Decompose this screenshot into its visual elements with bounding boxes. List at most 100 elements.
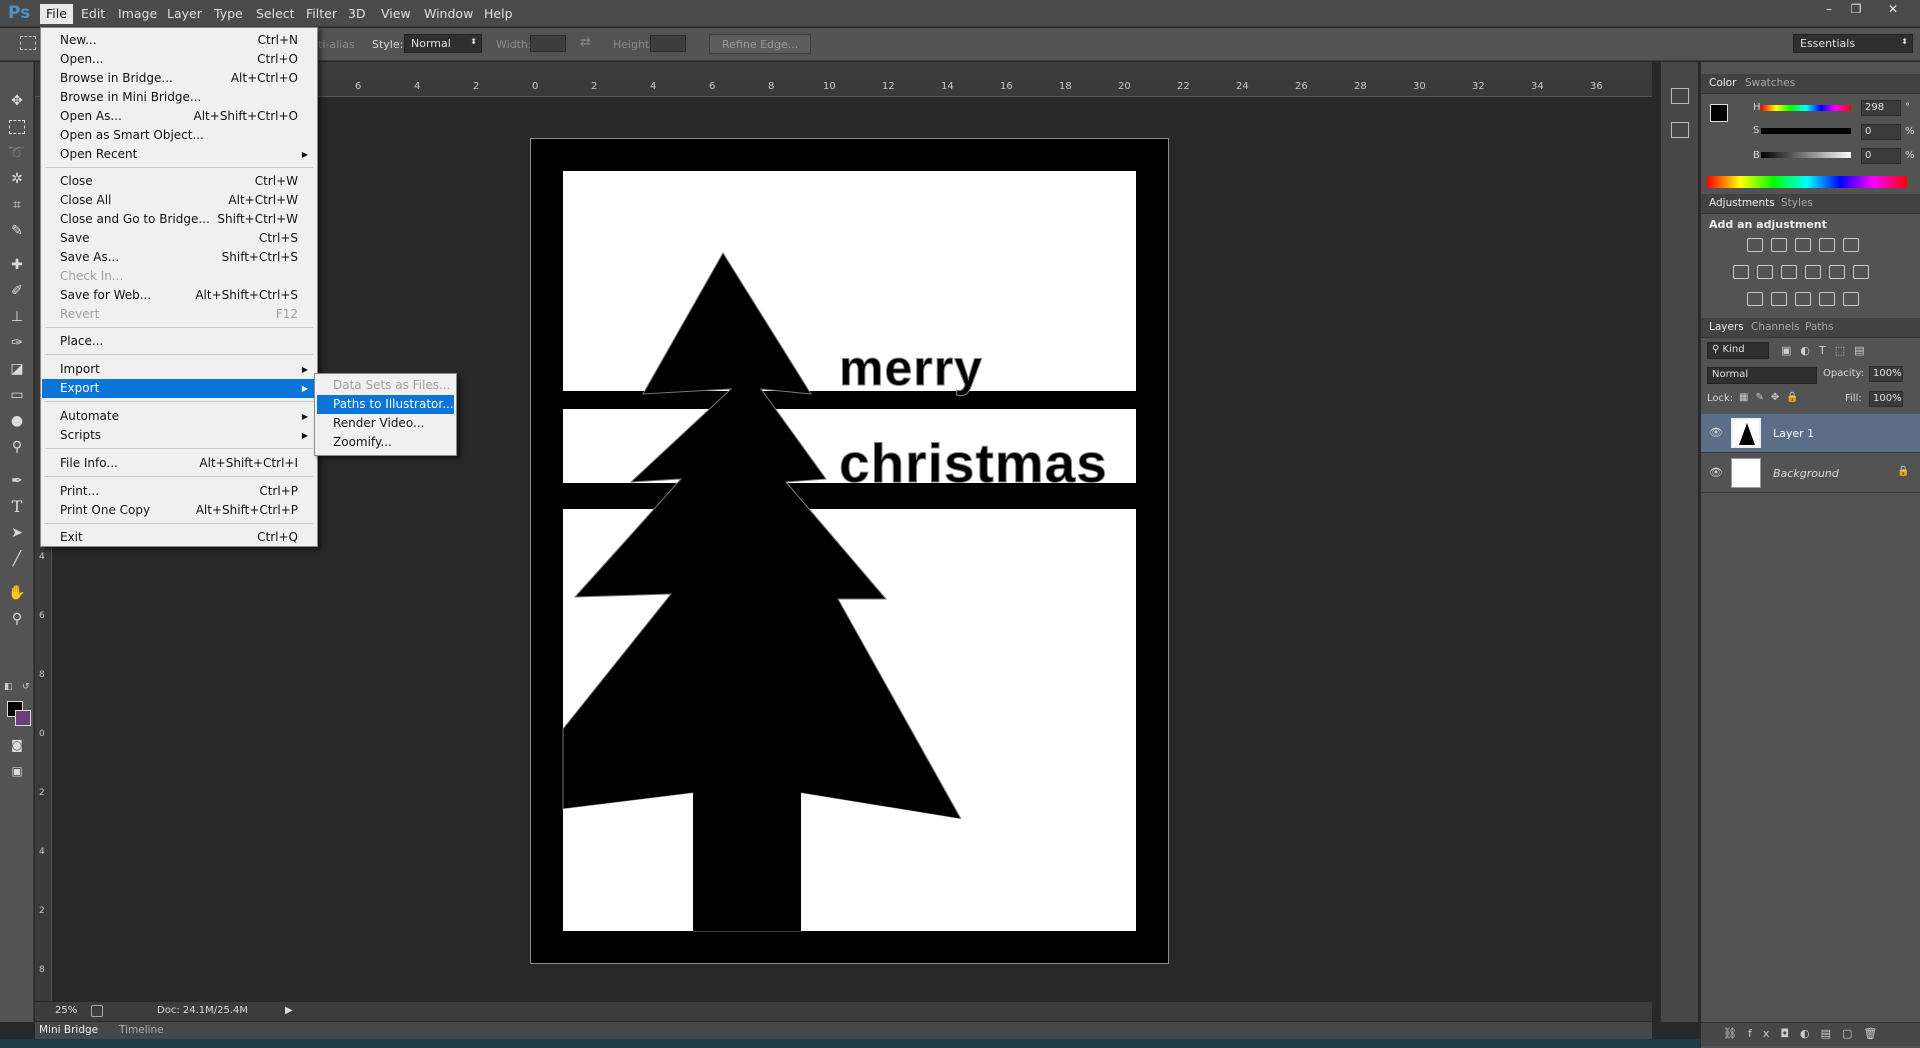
menu-item-automate[interactable]: Automate ▶ — [42, 407, 316, 426]
swap-colors-icon[interactable]: ↺ — [22, 682, 30, 692]
height-field[interactable] — [650, 35, 686, 52]
workspace-select[interactable]: Essentials ⬍ — [1793, 34, 1913, 53]
curves-icon[interactable] — [1795, 238, 1811, 252]
posterize-icon[interactable] — [1771, 292, 1787, 306]
layer-row-background[interactable]: 👁 Background 🔒 — [1701, 454, 1920, 493]
h-value-field[interactable]: 298 — [1861, 100, 1901, 116]
blur-tool-icon[interactable]: ● — [6, 410, 28, 432]
swap-icon[interactable]: ⇄ — [580, 35, 591, 50]
line-tool-icon[interactable]: ╱ — [6, 548, 28, 570]
pen-tool-icon[interactable]: ✒ — [6, 470, 28, 492]
marquee-tool-icon[interactable] — [9, 120, 25, 134]
menu-item-exit[interactable]: Exit Ctrl+Q — [42, 528, 316, 547]
menu-item-print[interactable]: Print... Ctrl+P — [42, 482, 316, 501]
color-ramp[interactable] — [1707, 176, 1907, 188]
tab-timeline[interactable]: Timeline — [119, 1024, 164, 1036]
color-lookup-icon[interactable] — [1853, 265, 1869, 279]
menu-select[interactable]: Select — [250, 4, 301, 24]
s-value-field[interactable]: 0 — [1861, 124, 1901, 140]
submenu-item-paths-to-illustrator[interactable]: Paths to Illustrator... — [317, 395, 454, 414]
menu-item-scripts[interactable]: Scripts ▶ — [42, 426, 316, 445]
lasso-tool-icon[interactable]: ➰ — [6, 142, 28, 164]
hand-tool-icon[interactable]: ✋ — [6, 582, 28, 604]
menu-item-print-one-copy[interactable]: Print One Copy Alt+Shift+Ctrl+P — [42, 501, 316, 520]
menu-edit[interactable]: Edit — [75, 4, 111, 24]
width-field[interactable] — [530, 35, 566, 52]
channel-mixer-icon[interactable] — [1829, 265, 1845, 279]
menu-item-open[interactable]: Open... Ctrl+O — [42, 50, 316, 69]
menu-item-open-as-smart-object[interactable]: Open as Smart Object... — [42, 126, 316, 145]
layer-name[interactable]: Background — [1773, 467, 1839, 480]
threshold-icon[interactable] — [1795, 292, 1811, 306]
tab-channels[interactable]: Channels — [1751, 321, 1800, 333]
layer-filter-icons[interactable]: ▣◐T⬚▤ — [1781, 344, 1874, 357]
color-fg-swatch[interactable] — [1710, 104, 1728, 122]
refine-edge-button[interactable]: Refine Edge... — [709, 34, 812, 54]
menu-item-save-for-web[interactable]: Save for Web... Alt+Shift+Ctrl+S — [42, 286, 316, 305]
layers-footer-icons[interactable]: ⛓fx◘◐▤▢🗑 — [1701, 1022, 1920, 1046]
quick-mask-icon[interactable]: ◙ — [6, 734, 28, 756]
healing-brush-tool-icon[interactable]: ✚ — [6, 254, 28, 276]
move-tool-icon[interactable]: ✥ — [6, 90, 28, 112]
menu-item-new[interactable]: New... Ctrl+N — [42, 31, 316, 50]
menu-item-save-as[interactable]: Save As... Shift+Ctrl+S — [42, 248, 316, 267]
selective-color-icon[interactable] — [1819, 292, 1835, 306]
eraser-tool-icon[interactable]: ◪ — [6, 358, 28, 380]
tab-paths[interactable]: Paths — [1805, 321, 1834, 333]
document-canvas[interactable]: merry christmas — [530, 138, 1169, 964]
levels-icon[interactable] — [1771, 238, 1787, 252]
path-selection-tool-icon[interactable]: ➤ — [6, 522, 28, 544]
status-arrow-icon[interactable]: ▶ — [285, 1005, 293, 1016]
menu-file[interactable]: File — [40, 4, 73, 24]
color-balance-icon[interactable] — [1757, 265, 1773, 279]
tab-swatches[interactable]: Swatches — [1745, 77, 1795, 89]
close-button[interactable]: ✕ — [1880, 0, 1906, 18]
menu-item-save[interactable]: Save Ctrl+S — [42, 229, 316, 248]
background-color-swatch[interactable] — [15, 710, 31, 726]
menu-view[interactable]: View — [375, 4, 417, 24]
hue-saturation-icon[interactable] — [1733, 265, 1749, 279]
magic-wand-tool-icon[interactable]: ✲ — [6, 168, 28, 190]
tab-adjustments[interactable]: Adjustments — [1709, 197, 1775, 209]
menu-item-browse-in-mini-bridge[interactable]: Browse in Mini Bridge... — [42, 88, 316, 107]
b-value-field[interactable]: 0 — [1861, 148, 1901, 164]
tab-color[interactable]: Color — [1709, 77, 1736, 89]
menu-item-open-recent[interactable]: Open Recent ▶ — [42, 145, 316, 164]
menu-item-import[interactable]: Import ▶ — [42, 360, 316, 379]
layer-name[interactable]: Layer 1 — [1773, 427, 1814, 440]
style-select[interactable]: Normal ⬍ — [404, 34, 482, 53]
invert-icon[interactable] — [1747, 292, 1763, 306]
menu-layer[interactable]: Layer — [161, 4, 208, 24]
default-colors-icon[interactable]: ◧ — [4, 682, 13, 692]
properties-panel-icon[interactable] — [1671, 122, 1689, 138]
eyedropper-tool-icon[interactable]: ✎ — [6, 220, 28, 242]
history-brush-tool-icon[interactable]: ✑ — [6, 332, 28, 354]
layer-row-layer-1[interactable]: 👁 Layer 1 — [1701, 414, 1920, 453]
tab-layers[interactable]: Layers — [1709, 321, 1744, 333]
brush-tool-icon[interactable]: ✐ — [6, 280, 28, 302]
dodge-tool-icon[interactable]: ⚲ — [6, 436, 28, 458]
menu-window[interactable]: Window — [418, 4, 479, 24]
menu-item-browse-in-bridge[interactable]: Browse in Bridge... Alt+Ctrl+O — [42, 69, 316, 88]
menu-3d[interactable]: 3D — [342, 4, 372, 24]
restore-button[interactable]: ❐ — [1843, 0, 1869, 18]
menu-item-close-and-go-to-bridge[interactable]: Close and Go to Bridge... Shift+Ctrl+W — [42, 210, 316, 229]
menu-item-place[interactable]: Place... — [42, 332, 316, 351]
type-tool-icon[interactable]: T — [6, 496, 28, 518]
crop-tool-icon[interactable]: ⌗ — [6, 194, 28, 216]
saturation-slider[interactable] — [1761, 128, 1851, 134]
visibility-eye-icon[interactable]: 👁 — [1709, 426, 1723, 439]
menu-item-close-all[interactable]: Close All Alt+Ctrl+W — [42, 191, 316, 210]
photo-filter-icon[interactable] — [1805, 265, 1821, 279]
zoom-level[interactable]: 25% — [55, 1005, 77, 1016]
brightness-slider[interactable] — [1761, 152, 1851, 158]
visibility-eye-icon[interactable]: 👁 — [1709, 466, 1723, 479]
layer-filter-kind[interactable]: ⚲ Kind — [1707, 342, 1769, 359]
tab-styles[interactable]: Styles — [1781, 197, 1813, 209]
history-panel-icon[interactable] — [1671, 88, 1689, 104]
black-white-icon[interactable] — [1781, 265, 1797, 279]
menu-item-open-as[interactable]: Open As... Alt+Shift+Ctrl+O — [42, 107, 316, 126]
zoom-tool-icon[interactable]: ⚲ — [6, 608, 28, 630]
brightness-contrast-icon[interactable] — [1747, 238, 1763, 252]
submenu-item-zoomify[interactable]: Zoomify... — [317, 433, 454, 452]
